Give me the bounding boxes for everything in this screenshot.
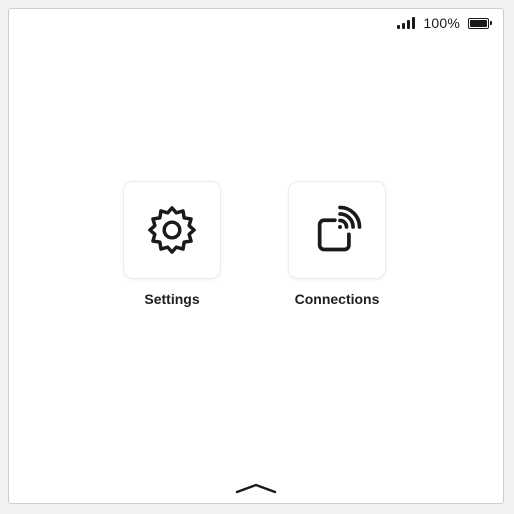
battery-percentage: 100% [423, 15, 460, 31]
battery-icon [468, 17, 492, 29]
cast-signal-icon [317, 205, 362, 252]
app-settings-label: Settings [144, 291, 200, 307]
chevron-up-icon [235, 483, 277, 494]
status-bar: 100% [397, 13, 492, 33]
device-screen: 100% Settings Connections [8, 8, 504, 504]
home-handle[interactable] [234, 481, 278, 495]
signal-strength-icon [397, 17, 416, 29]
battery-level-fill [470, 19, 487, 27]
app-settings-icon-box[interactable] [123, 181, 221, 279]
gear-icon [148, 206, 196, 254]
app-connections-icon-box[interactable] [288, 181, 386, 279]
app-connections-label: Connections [294, 291, 380, 307]
app-connections[interactable]: Connections [288, 181, 386, 307]
app-settings[interactable]: Settings [123, 181, 221, 307]
